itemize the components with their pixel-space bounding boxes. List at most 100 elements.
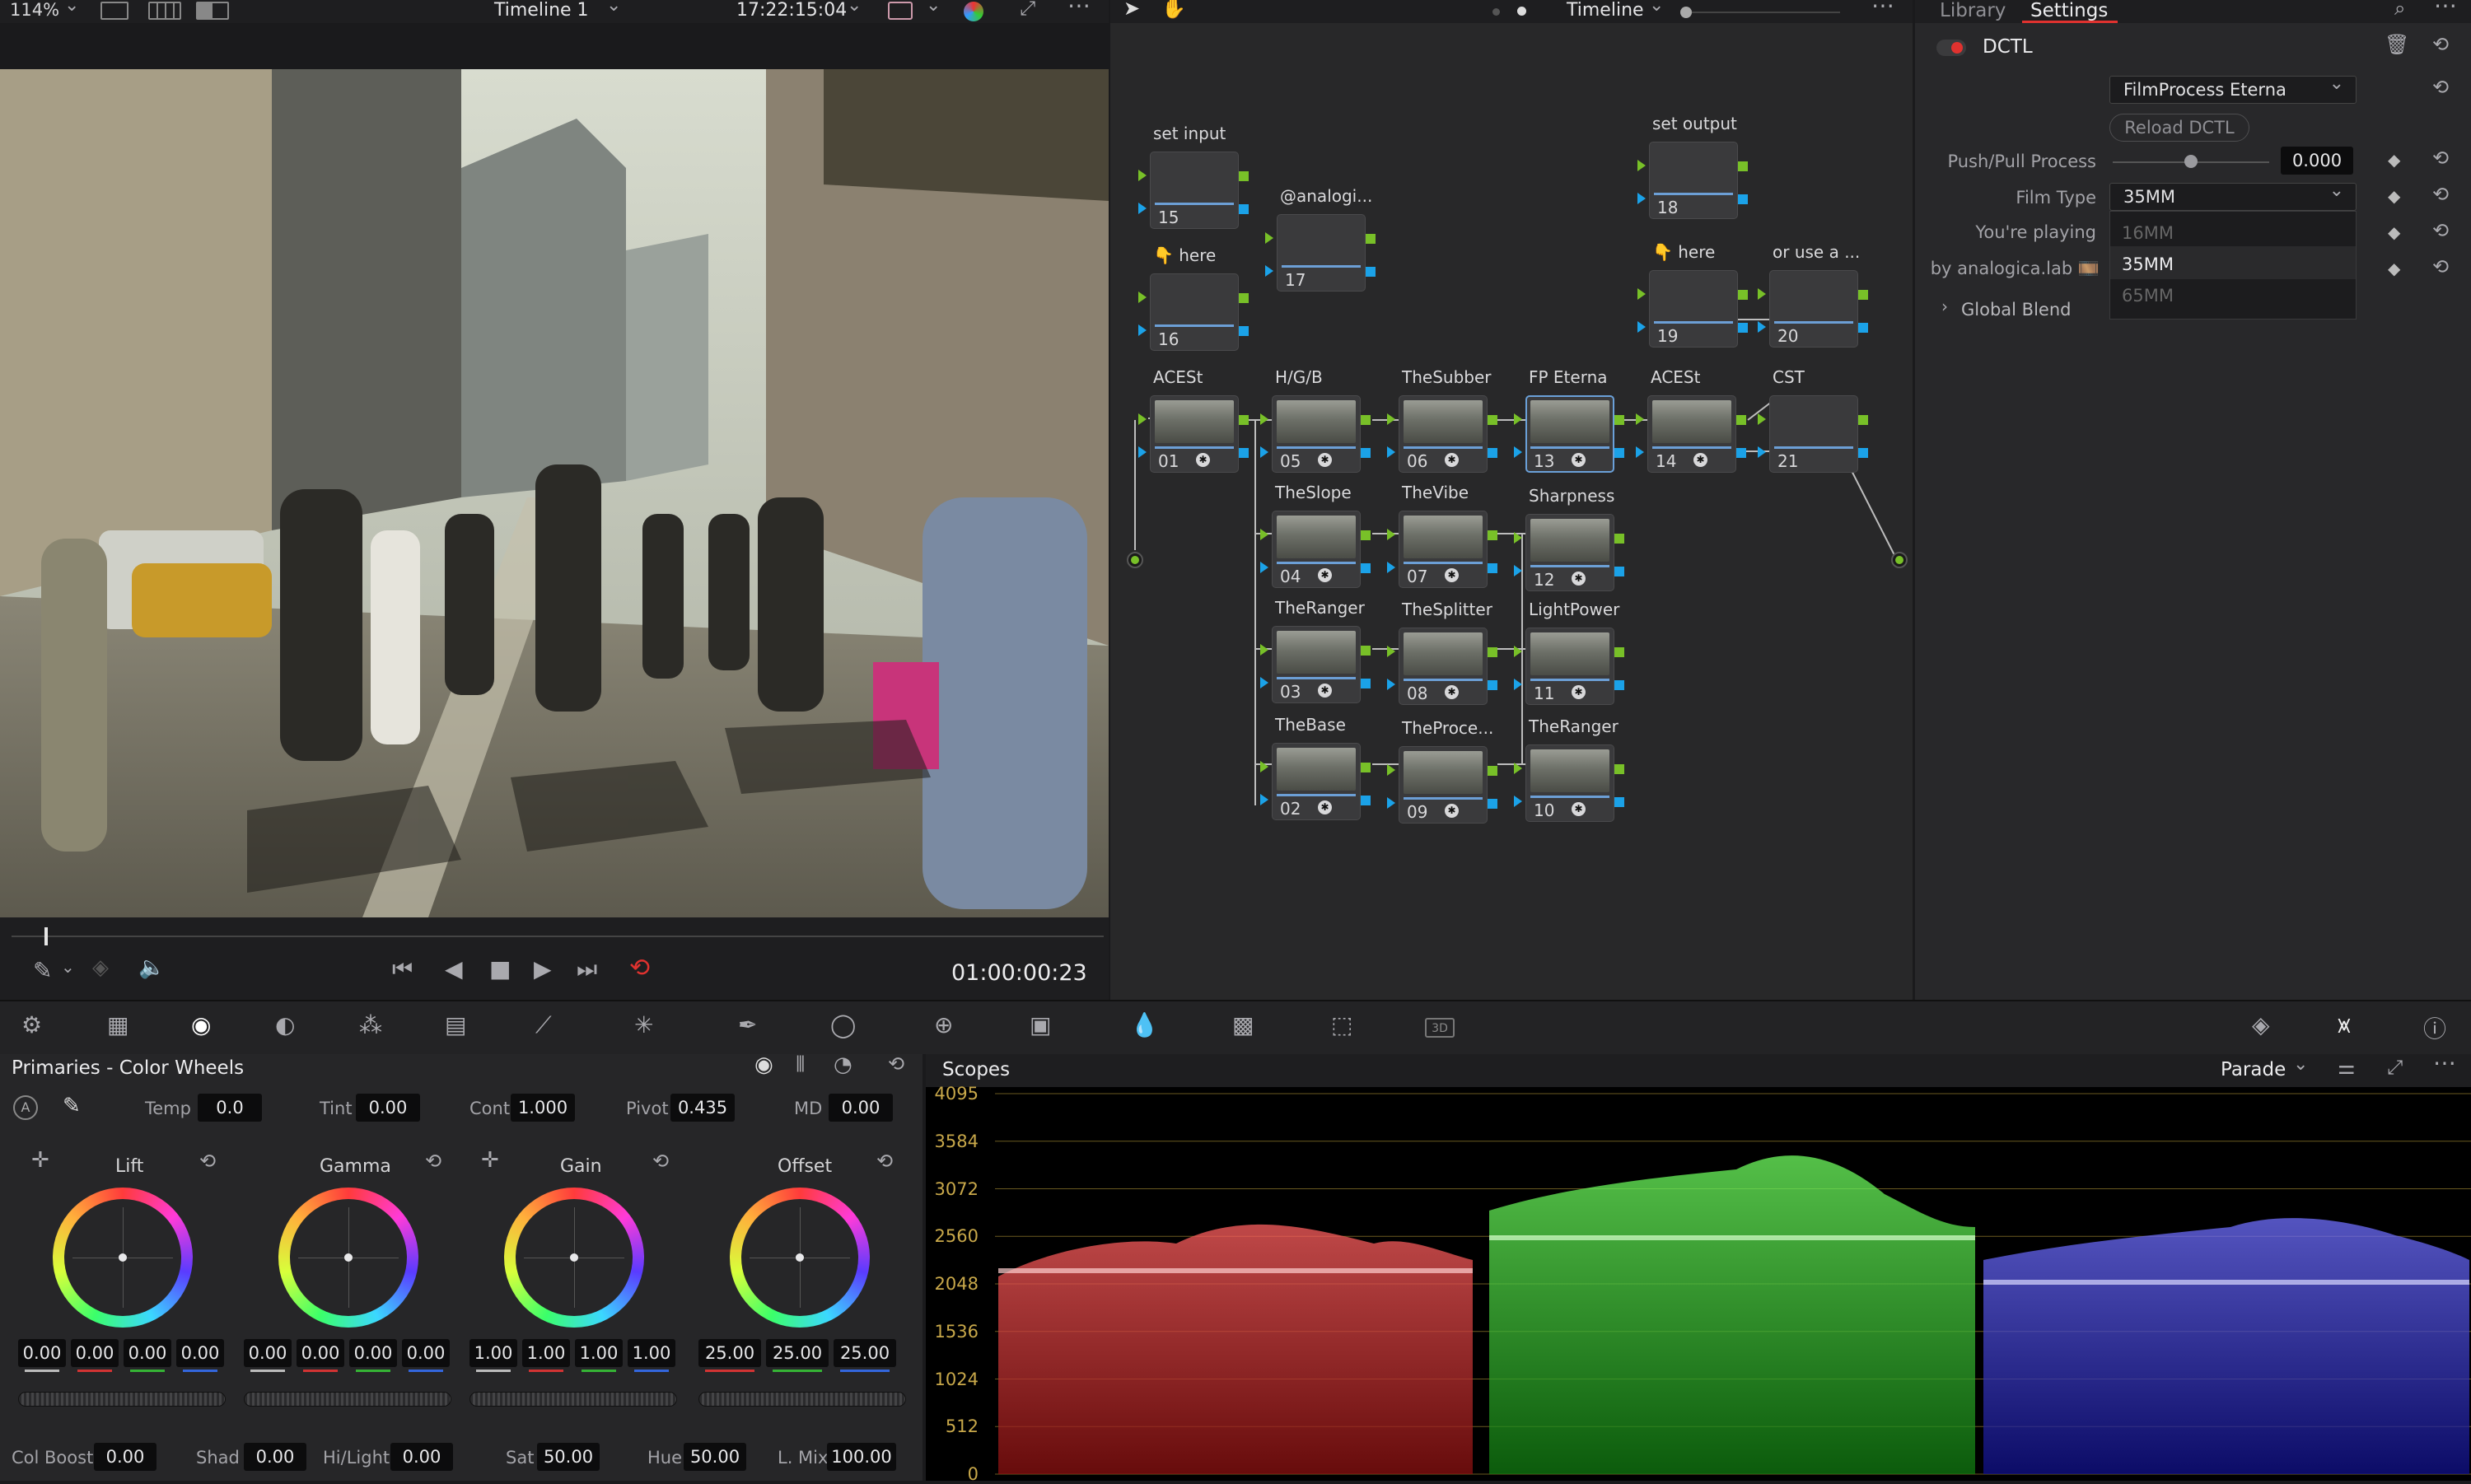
md-field[interactable]: 0.00 xyxy=(829,1094,893,1122)
split-view-icon[interactable] xyxy=(196,2,229,20)
node-input-alpha[interactable] xyxy=(1260,562,1268,573)
keyframe-icon[interactable]: ◆ xyxy=(2388,150,2400,170)
node-output-alpha[interactable] xyxy=(1858,448,1868,458)
tint-field[interactable]: 0.00 xyxy=(356,1094,420,1122)
film-type-option-16mm[interactable]: 16MM xyxy=(2122,223,2174,243)
viewer-image[interactable] xyxy=(0,69,1109,917)
node-12[interactable]: Sharpness 12 ✱ xyxy=(1514,486,1624,591)
gamma-wheel-puck[interactable] xyxy=(344,1253,353,1262)
film-type-dropdown[interactable]: 35MM ⌄ xyxy=(2109,180,2357,211)
blur-icon[interactable]: 💧 xyxy=(1130,1011,1159,1038)
curves-icon[interactable]: ⟋ xyxy=(535,1011,552,1039)
hdr-wheels-icon[interactable]: ◐ xyxy=(275,1011,295,1038)
hilight-field[interactable]: 0.00 xyxy=(390,1443,453,1471)
lift-master-wheel[interactable] xyxy=(18,1392,226,1407)
node-14[interactable]: ACESt 14 ✱ xyxy=(1636,367,1746,473)
node-output-alpha[interactable] xyxy=(1736,448,1746,458)
node-input-rgb[interactable] xyxy=(1260,761,1268,772)
tab-library[interactable]: Library xyxy=(1940,0,2006,21)
chevron-down-icon[interactable]: ⌄ xyxy=(64,0,79,16)
lmix-field[interactable]: 100.00 xyxy=(827,1443,896,1471)
temp-field[interactable]: 0.0 xyxy=(198,1094,262,1122)
keyframes-icon[interactable]: ◈ xyxy=(2252,1011,2270,1038)
push-pull-slider-handle[interactable] xyxy=(2184,155,2198,168)
trash-icon[interactable]: 🗑 xyxy=(2385,33,2409,56)
node-output-rgb[interactable] xyxy=(1239,293,1249,303)
keyframe-icon[interactable]: ◆ xyxy=(2388,259,2400,278)
gamma-blue-field[interactable]: 0.00 xyxy=(402,1339,450,1372)
chevron-down-icon[interactable]: ⌄ xyxy=(847,0,862,16)
node-output-alpha[interactable] xyxy=(1488,563,1497,573)
node-input-alpha[interactable] xyxy=(1265,265,1273,277)
node-output-alpha[interactable] xyxy=(1366,267,1376,277)
node-input-alpha[interactable] xyxy=(1387,679,1395,690)
node-13[interactable]: FP Eterna 13 ✱ xyxy=(1514,367,1624,473)
gain-wheel[interactable] xyxy=(504,1188,644,1328)
reload-dctl-button[interactable]: Reload DCTL xyxy=(2109,114,2249,142)
motion-effects-icon[interactable]: ▤ xyxy=(445,1011,466,1038)
node-input-rgb[interactable] xyxy=(1387,413,1395,425)
node-input-alpha[interactable] xyxy=(1514,679,1522,690)
node-output-rgb[interactable] xyxy=(1361,530,1371,540)
node-10[interactable]: TheRanger 10 ✱ xyxy=(1514,716,1624,822)
node-input-alpha[interactable] xyxy=(1387,797,1395,809)
fx-bypass-icon[interactable] xyxy=(888,2,913,20)
hue-field[interactable]: 50.00 xyxy=(684,1443,746,1471)
gain-master-field[interactable]: 1.00 xyxy=(469,1339,517,1372)
node-input-alpha[interactable] xyxy=(1138,203,1147,214)
more-options-icon[interactable]: ⋯ xyxy=(1871,0,1894,19)
gallery-view-icon[interactable] xyxy=(148,2,181,20)
node-output-rgb[interactable] xyxy=(1361,646,1371,656)
node-input-rgb[interactable] xyxy=(1265,232,1273,244)
layers-icon[interactable]: ◈ xyxy=(92,955,109,980)
node-01[interactable]: ACESt 01 ✱ xyxy=(1138,367,1249,473)
node-output-rgb[interactable] xyxy=(1858,290,1868,300)
node-output-alpha[interactable] xyxy=(1361,448,1371,458)
node-09[interactable]: TheProce... 09 ✱ xyxy=(1387,718,1497,824)
node-input-alpha[interactable] xyxy=(1636,446,1644,458)
node-graph[interactable]: set input 15 👇 here 16 @analogi... 17 set outp… xyxy=(1110,23,1913,1000)
offset-wheel[interactable] xyxy=(730,1188,870,1328)
node-output-alpha[interactable] xyxy=(1488,448,1497,458)
node-output-alpha[interactable] xyxy=(1614,567,1624,576)
node-input-rgb[interactable] xyxy=(1387,764,1395,776)
dctl-list-dropdown[interactable]: FilmProcess Eterna ⌄ xyxy=(2109,73,2357,104)
node-output-rgb[interactable] xyxy=(1736,415,1746,425)
node-input-rgb[interactable] xyxy=(1636,413,1644,425)
lift-wheel[interactable] xyxy=(53,1188,193,1328)
reset-icon[interactable]: ⟲ xyxy=(199,1150,216,1173)
zoom-level[interactable]: 114% xyxy=(10,0,59,20)
eyedropper-icon[interactable]: ✎ xyxy=(33,957,52,984)
node-output-rgb[interactable] xyxy=(1488,647,1497,657)
node-input-rgb[interactable] xyxy=(1514,763,1522,774)
scrubber-track[interactable] xyxy=(12,936,1104,937)
fullscreen-icon[interactable]: ⤢ xyxy=(1020,0,1035,20)
keyframe-icon[interactable]: ◆ xyxy=(2388,186,2400,206)
rgb-mixer-icon[interactable]: ⁂ xyxy=(359,1011,382,1038)
magic-mask-icon[interactable]: ▣ xyxy=(1030,1011,1051,1038)
wheels-mode-icon[interactable]: ◉ xyxy=(754,1052,773,1077)
chevron-right-icon[interactable]: › xyxy=(1941,296,1948,316)
gain-red-field[interactable]: 1.00 xyxy=(522,1339,570,1372)
more-options-icon[interactable]: ⋯ xyxy=(2433,1049,2456,1076)
tab-settings[interactable]: Settings xyxy=(2030,0,2108,21)
go-to-start-icon[interactable]: ⏮ xyxy=(392,955,413,983)
node-input-rgb[interactable] xyxy=(1514,532,1522,544)
offset-wheel-puck[interactable] xyxy=(796,1253,804,1262)
tracker-icon[interactable]: ⊕ xyxy=(934,1011,953,1038)
bars-mode-icon[interactable]: ⦀ xyxy=(796,1052,805,1078)
node-input-rgb[interactable] xyxy=(1514,413,1522,425)
node-18[interactable]: set output 18 xyxy=(1637,114,1748,219)
keyframe-icon[interactable]: ◆ xyxy=(2388,222,2400,242)
reset-all-icon[interactable]: ⟲ xyxy=(888,1052,904,1076)
pivot-field[interactable]: 0.435 xyxy=(670,1094,735,1122)
node-input-alpha[interactable] xyxy=(1138,324,1147,336)
chevron-down-icon[interactable]: ⌄ xyxy=(1649,0,1664,16)
single-viewer-icon[interactable] xyxy=(100,2,128,20)
node-input-rgb[interactable] xyxy=(1138,170,1147,181)
node-input-rgb[interactable] xyxy=(1637,160,1646,171)
node-output-rgb[interactable] xyxy=(1858,415,1868,425)
node-07[interactable]: TheVibe 07 ✱ xyxy=(1387,483,1497,588)
gamma-master-field[interactable]: 0.00 xyxy=(244,1339,292,1372)
shad-field[interactable]: 0.00 xyxy=(244,1443,306,1471)
